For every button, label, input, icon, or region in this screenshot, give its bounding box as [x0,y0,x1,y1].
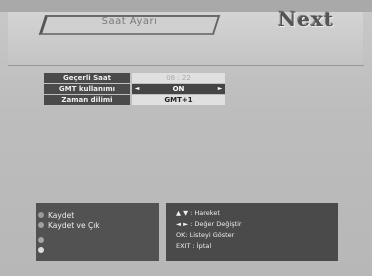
legend-label: Kaydet ve Çık [48,221,100,230]
page-title: Saat Ayarı [101,16,158,27]
circle-icon [38,247,44,253]
circle-icon [38,222,44,228]
arrow-right-icon[interactable]: ► [215,84,225,94]
hint-change-value: ◄ ► : Değer Değiştir [176,220,242,228]
arrow-left-icon[interactable]: ◄ [132,84,142,94]
legend-save[interactable]: Kaydet [38,211,75,220]
divider [8,65,364,66]
screen: Saat Ayarı Next Geçerli Saat 08 : 22 GMT… [0,0,372,276]
setting-label: Geçerli Saat [44,73,130,83]
circle-icon [38,237,44,243]
setting-label: Zaman dilimi [44,95,130,105]
time-zone-selector[interactable]: GMT+1 [132,95,225,105]
hint-ok-list: OK: Listeyi Göster [176,231,235,239]
legend-save-exit[interactable]: Kaydet ve Çık [38,221,100,230]
gmt-usage-selector[interactable]: ◄ ON ► [132,84,225,94]
brand-logo: Next [278,7,335,31]
setting-label: GMT kullanımı [44,84,130,94]
circle-icon [38,212,44,218]
gmt-usage-value: ON [172,85,185,93]
hint-move: ▲ ▼ : Hareket [176,209,220,217]
current-time-value: 08 : 22 [132,73,225,83]
legend-label: Kaydet [48,211,75,220]
hint-exit-cancel: EXIT : İptal [176,242,212,250]
